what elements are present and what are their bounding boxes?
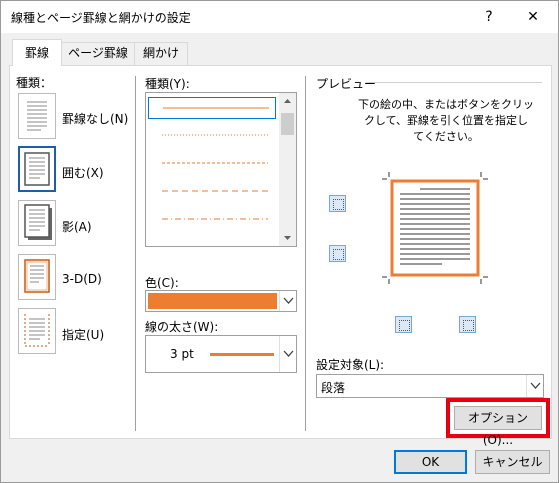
close-icon[interactable]: ✕ bbox=[519, 5, 547, 29]
style-heading: 種類(Y): bbox=[145, 77, 190, 91]
line-style-scrollbar[interactable] bbox=[279, 93, 296, 246]
preview-heading-rule bbox=[366, 82, 542, 83]
setting-shadow-icon[interactable] bbox=[18, 200, 56, 246]
setting-box-label[interactable]: 囲む(X) bbox=[62, 164, 104, 181]
setting-none-label[interactable]: 罫線なし(N) bbox=[62, 110, 128, 127]
line-style-list[interactable] bbox=[145, 92, 297, 247]
bottom-border-button[interactable] bbox=[329, 245, 346, 262]
cancel-button[interactable]: キャンセル bbox=[475, 450, 550, 474]
ok-button[interactable]: OK bbox=[394, 450, 467, 474]
preview-heading: プレビュー bbox=[316, 77, 377, 91]
chevron-down-icon[interactable] bbox=[279, 291, 296, 311]
tab-panel: 種類： 罫線なし(N) 囲む(X) 影(A) 3-D(D) 指定(U) 種類(Y… bbox=[9, 65, 552, 447]
setting-none-icon[interactable] bbox=[18, 93, 56, 139]
top-border-button[interactable] bbox=[329, 195, 346, 212]
apply-to-value: 段落 bbox=[321, 381, 346, 395]
scroll-down-icon bbox=[284, 236, 291, 240]
tab-shading[interactable]: 網かけ bbox=[134, 42, 188, 65]
setting-shadow-label[interactable]: 影(A) bbox=[62, 218, 92, 235]
preview-instruction-line: クして、罫線を引く位置を指定し bbox=[363, 114, 529, 127]
left-border-button[interactable] bbox=[395, 316, 412, 333]
scroll-up-icon bbox=[284, 99, 291, 103]
color-swatch bbox=[148, 293, 277, 309]
line-width-sample bbox=[210, 353, 274, 356]
setting-3d-icon[interactable] bbox=[18, 254, 56, 300]
preview-instruction-line: 下の絵の中、またはボタンをクリッ bbox=[358, 98, 534, 111]
tab-page-border[interactable]: ページ罫線 bbox=[61, 42, 135, 65]
preview-instruction: 下の絵の中、またはボタンをクリッ クして、罫線を引く位置を指定し てください。 bbox=[350, 97, 542, 145]
setting-box-icon[interactable] bbox=[18, 146, 56, 192]
line-style-dotted[interactable] bbox=[148, 125, 276, 147]
right-border-button[interactable] bbox=[459, 316, 476, 333]
preview-instruction-line: てください。 bbox=[413, 130, 479, 143]
setting-heading: 種類： bbox=[16, 76, 53, 90]
title-bar: 線種とページ罫線と網かけの設定 ? ✕ bbox=[1, 1, 558, 33]
chevron-down-icon[interactable] bbox=[526, 375, 543, 397]
tab-borders[interactable]: 罫線 bbox=[12, 39, 62, 66]
options-button[interactable]: オプション(O)... bbox=[454, 406, 542, 447]
chevron-down-icon[interactable] bbox=[279, 336, 296, 372]
dialog-title: 線種とページ罫線と網かけの設定 bbox=[11, 11, 191, 25]
color-select[interactable] bbox=[145, 290, 297, 312]
preview-area[interactable] bbox=[382, 172, 488, 284]
setting-3d-label[interactable]: 3-D(D) bbox=[62, 272, 102, 286]
line-style-dash-small[interactable] bbox=[148, 153, 276, 175]
line-width-value: 3 pt bbox=[170, 347, 194, 361]
line-style-dash-dot[interactable] bbox=[148, 209, 276, 231]
apply-to-select[interactable]: 段落 bbox=[316, 374, 544, 398]
apply-to-label: 設定対象(L): bbox=[316, 358, 385, 372]
setting-custom-icon[interactable] bbox=[18, 308, 56, 354]
line-style-dash-large[interactable] bbox=[148, 181, 276, 203]
column-divider bbox=[305, 76, 306, 431]
setting-custom-label[interactable]: 指定(U) bbox=[62, 326, 104, 343]
help-icon[interactable]: ? bbox=[475, 5, 503, 29]
width-label: 線の太さ(W): bbox=[145, 320, 219, 334]
column-divider bbox=[135, 76, 136, 431]
line-style-solid[interactable] bbox=[148, 97, 276, 119]
line-width-select[interactable]: 3 pt bbox=[145, 335, 297, 373]
color-label: 色(C): bbox=[145, 276, 179, 290]
borders-and-shading-dialog: 線種とページ罫線と網かけの設定 ? ✕ 罫線 ページ罫線 網かけ 種類： 罫線な… bbox=[0, 0, 559, 483]
